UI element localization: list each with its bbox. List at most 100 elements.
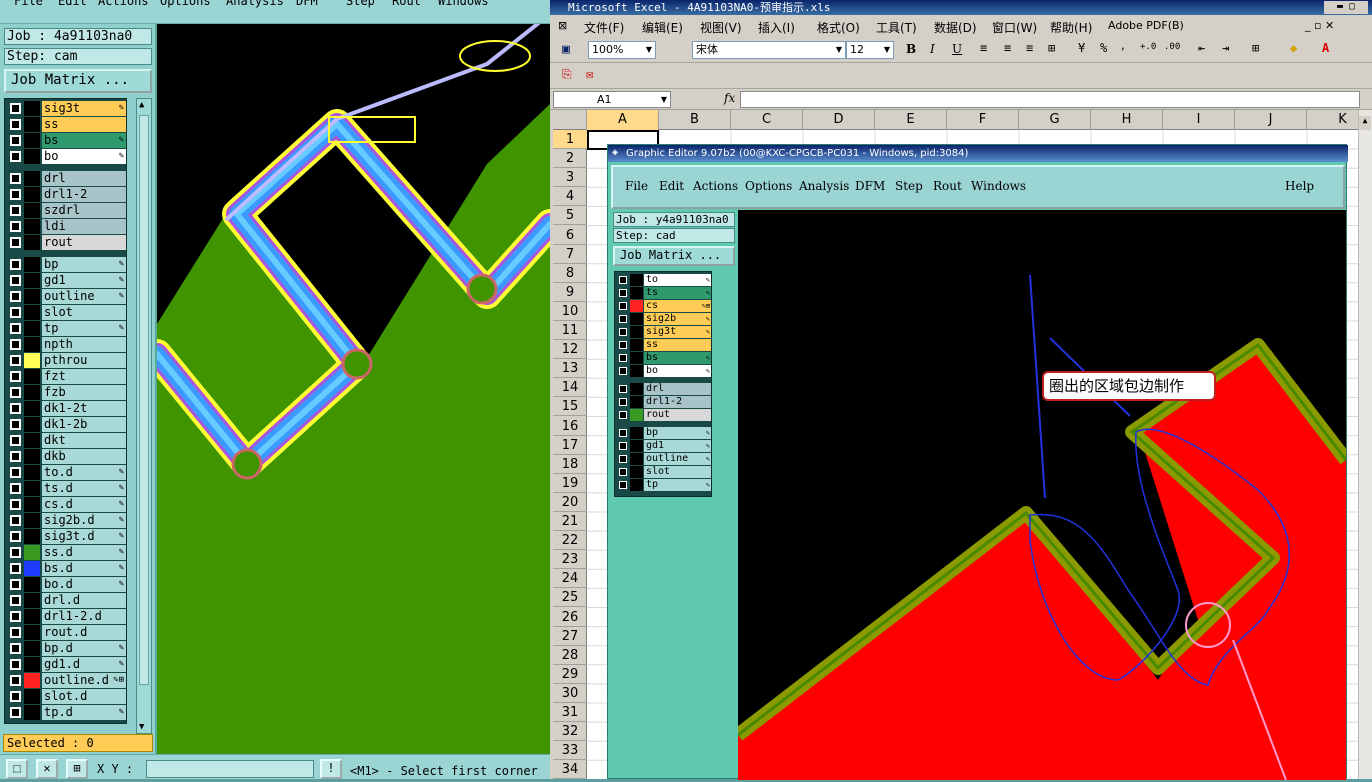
ge-layer-checkbox[interactable] bbox=[619, 302, 627, 310]
row-header[interactable]: 22 bbox=[553, 531, 587, 551]
ge-layer-row[interactable]: outline ✎ bbox=[616, 453, 712, 465]
underline-icon[interactable]: U bbox=[952, 42, 962, 56]
layer-checkbox[interactable] bbox=[10, 387, 21, 398]
excel-menu-window[interactable]: 窗口(W) bbox=[992, 19, 1037, 36]
row-header[interactable]: 3 bbox=[553, 168, 587, 188]
row-header[interactable]: 23 bbox=[553, 550, 587, 570]
zoom-area-icon[interactable]: ⬚ bbox=[6, 759, 28, 779]
layer-color-swatch[interactable] bbox=[24, 561, 40, 576]
layer-checkbox[interactable] bbox=[10, 563, 21, 574]
excel-vertical-scrollbar[interactable]: ▲ bbox=[1358, 110, 1372, 779]
scroll-down-icon[interactable]: ▼ bbox=[139, 722, 144, 732]
excel-menu-data[interactable]: 数据(D) bbox=[934, 19, 977, 36]
layer-name[interactable]: dkt bbox=[42, 433, 126, 448]
layer-name[interactable]: ss.d ✎ bbox=[42, 545, 126, 560]
ge-layer-row[interactable]: sig2b ✎ bbox=[616, 313, 712, 325]
percent-icon[interactable]: % bbox=[1100, 41, 1107, 55]
layer-name[interactable]: dk1-2b bbox=[42, 417, 126, 432]
layer-color-swatch[interactable] bbox=[24, 529, 40, 544]
layer-color-swatch[interactable] bbox=[24, 149, 40, 164]
ge-layer-checkbox[interactable] bbox=[619, 276, 627, 284]
ge-menu-actions[interactable]: Actions bbox=[693, 179, 738, 193]
ge-layer-color-swatch[interactable] bbox=[630, 409, 643, 421]
ge-layer-name[interactable]: bp ✎ bbox=[644, 427, 711, 439]
layer-row[interactable]: rout.d bbox=[7, 625, 126, 640]
ge-layer-checkbox[interactable] bbox=[619, 289, 627, 297]
row-header[interactable]: 34 bbox=[553, 760, 587, 780]
layer-checkbox[interactable] bbox=[10, 499, 21, 510]
layer-name[interactable]: bo ✎ bbox=[42, 149, 126, 164]
ge-layer-row[interactable]: slot bbox=[616, 466, 712, 478]
layer-name[interactable]: drl1-2 bbox=[42, 187, 126, 202]
layer-row[interactable]: bo ✎ bbox=[7, 149, 126, 164]
layer-color-swatch[interactable] bbox=[24, 705, 40, 720]
fx-icon[interactable]: fx bbox=[724, 91, 735, 105]
ge-layer-color-swatch[interactable] bbox=[630, 383, 643, 395]
ge-menu-analysis[interactable]: Analysis bbox=[799, 179, 849, 193]
layer-row[interactable]: sig3t ✎ bbox=[7, 101, 126, 116]
layer-color-swatch[interactable] bbox=[24, 305, 40, 320]
ge-layer-name[interactable]: drl bbox=[644, 383, 711, 395]
excel-scroll-up-icon[interactable]: ▲ bbox=[1359, 116, 1371, 130]
row-header[interactable]: 4 bbox=[553, 187, 587, 207]
font-color-icon[interactable]: A bbox=[1322, 41, 1329, 55]
row-header[interactable]: 32 bbox=[553, 722, 587, 742]
pdf-mail-icon[interactable]: ✉ bbox=[586, 67, 593, 81]
layer-row[interactable]: ldi bbox=[7, 219, 126, 234]
layer-color-swatch[interactable] bbox=[24, 513, 40, 528]
layer-checkbox[interactable] bbox=[10, 595, 21, 606]
layer-row[interactable]: slot bbox=[7, 305, 126, 320]
ge-layer-row[interactable]: bo ✎ bbox=[616, 365, 712, 377]
ge-layer-name[interactable]: tp ✎ bbox=[644, 479, 711, 491]
layer-color-swatch[interactable] bbox=[24, 577, 40, 592]
ge-layer-color-swatch[interactable] bbox=[630, 326, 643, 338]
ge-menu-step[interactable]: Step bbox=[895, 179, 923, 193]
layer-name[interactable]: gd1.d ✎ bbox=[42, 657, 126, 672]
outdent-icon[interactable]: ⇥ bbox=[1222, 41, 1229, 55]
layer-checkbox[interactable] bbox=[10, 451, 21, 462]
layer-color-swatch[interactable] bbox=[24, 385, 40, 400]
font-size-select[interactable]: 12 ▼ bbox=[846, 41, 894, 59]
name-box[interactable]: A1 ▼ bbox=[553, 91, 671, 108]
layer-color-swatch[interactable] bbox=[24, 481, 40, 496]
ge-layer-name[interactable]: to ✎ bbox=[644, 274, 711, 286]
layer-row[interactable]: drl1-2.d bbox=[7, 609, 126, 624]
row-header[interactable]: 17 bbox=[553, 436, 587, 455]
ge-layer-checkbox[interactable] bbox=[619, 429, 627, 437]
layer-name[interactable]: npth bbox=[42, 337, 126, 352]
ge-layer-name[interactable]: drl1-2 bbox=[644, 396, 711, 408]
ge-menu-windows[interactable]: Windows bbox=[971, 179, 1026, 193]
ge-layer-checkbox[interactable] bbox=[619, 341, 627, 349]
layer-checkbox[interactable] bbox=[10, 675, 21, 686]
ge-layer-row[interactable]: sig3t ✎ bbox=[616, 326, 712, 338]
layer-color-swatch[interactable] bbox=[24, 593, 40, 608]
ge-layer-color-swatch[interactable] bbox=[630, 313, 643, 325]
increase-decimal-icon[interactable]: +.0 bbox=[1140, 42, 1156, 52]
ge-layer-name[interactable]: ts ✎ bbox=[644, 287, 711, 299]
ge-layer-color-swatch[interactable] bbox=[630, 427, 643, 439]
column-header[interactable]: B bbox=[659, 110, 731, 130]
row-header[interactable]: 33 bbox=[553, 741, 587, 761]
comma-icon[interactable]: , bbox=[1120, 41, 1126, 52]
layer-color-swatch[interactable] bbox=[24, 433, 40, 448]
layer-row[interactable]: tp.d ✎ bbox=[7, 705, 126, 720]
layer-checkbox[interactable] bbox=[10, 419, 21, 430]
layer-checkbox[interactable] bbox=[10, 707, 21, 718]
measure-icon[interactable]: ✕ bbox=[36, 759, 58, 779]
layer-name[interactable]: drl bbox=[42, 171, 126, 186]
layer-row[interactable]: drl bbox=[7, 171, 126, 186]
layer-row[interactable]: drl1-2 bbox=[7, 187, 126, 202]
layer-color-swatch[interactable] bbox=[24, 465, 40, 480]
formula-input[interactable] bbox=[740, 91, 1360, 108]
layer-name[interactable]: ss bbox=[42, 117, 126, 132]
row-header[interactable]: 2 bbox=[553, 149, 587, 169]
layer-name[interactable]: bs ✎ bbox=[42, 133, 126, 148]
layer-name[interactable]: dkb bbox=[42, 449, 126, 464]
left-menu-rout[interactable]: Rout bbox=[392, 0, 421, 8]
layer-checkbox[interactable] bbox=[10, 355, 21, 366]
ge-menu-help[interactable]: Help bbox=[1285, 179, 1314, 193]
layer-checkbox[interactable] bbox=[10, 151, 21, 162]
layer-color-swatch[interactable] bbox=[24, 117, 40, 132]
layer-color-swatch[interactable] bbox=[24, 689, 40, 704]
layer-row[interactable]: bs ✎ bbox=[7, 133, 126, 148]
